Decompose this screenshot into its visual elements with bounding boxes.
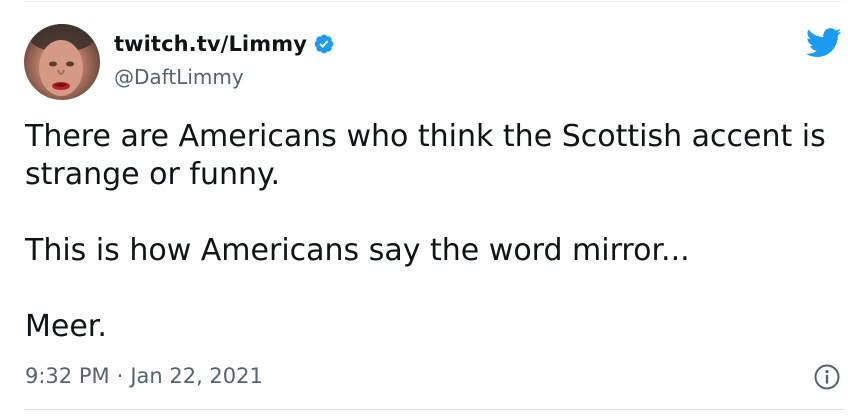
name-row: twitch.tv/Limmy (114, 30, 335, 58)
tweet-paragraph: There are Americans who think the Scotti… (25, 119, 836, 192)
tweet-date: Jan 22, 2021 (130, 364, 263, 388)
tweet-paragraph: This is how Americans say the word mirro… (25, 233, 690, 268)
display-name[interactable]: twitch.tv/Limmy (114, 32, 307, 56)
twitter-bird-icon[interactable] (806, 28, 842, 58)
user-handle[interactable]: @DaftLimmy (114, 65, 335, 89)
verified-badge-icon (313, 33, 335, 55)
tweet-card: twitch.tv/Limmy @DaftLimmy There are Ame… (0, 0, 868, 420)
timestamp-separator: · (116, 364, 124, 388)
top-divider (24, 1, 844, 2)
avatar-photo (30, 24, 94, 96)
tweet-text: There are Americans who think the Scotti… (25, 118, 855, 346)
author-block: twitch.tv/Limmy @DaftLimmy (114, 30, 335, 89)
tweet-time: 9:32 PM (25, 364, 110, 388)
tweet-paragraph: Meer. (25, 309, 107, 344)
avatar[interactable] (24, 24, 100, 100)
bottom-divider (24, 409, 844, 410)
info-icon[interactable] (814, 364, 840, 390)
tweet-timestamp[interactable]: 9:32 PM · Jan 22, 2021 (25, 364, 263, 388)
